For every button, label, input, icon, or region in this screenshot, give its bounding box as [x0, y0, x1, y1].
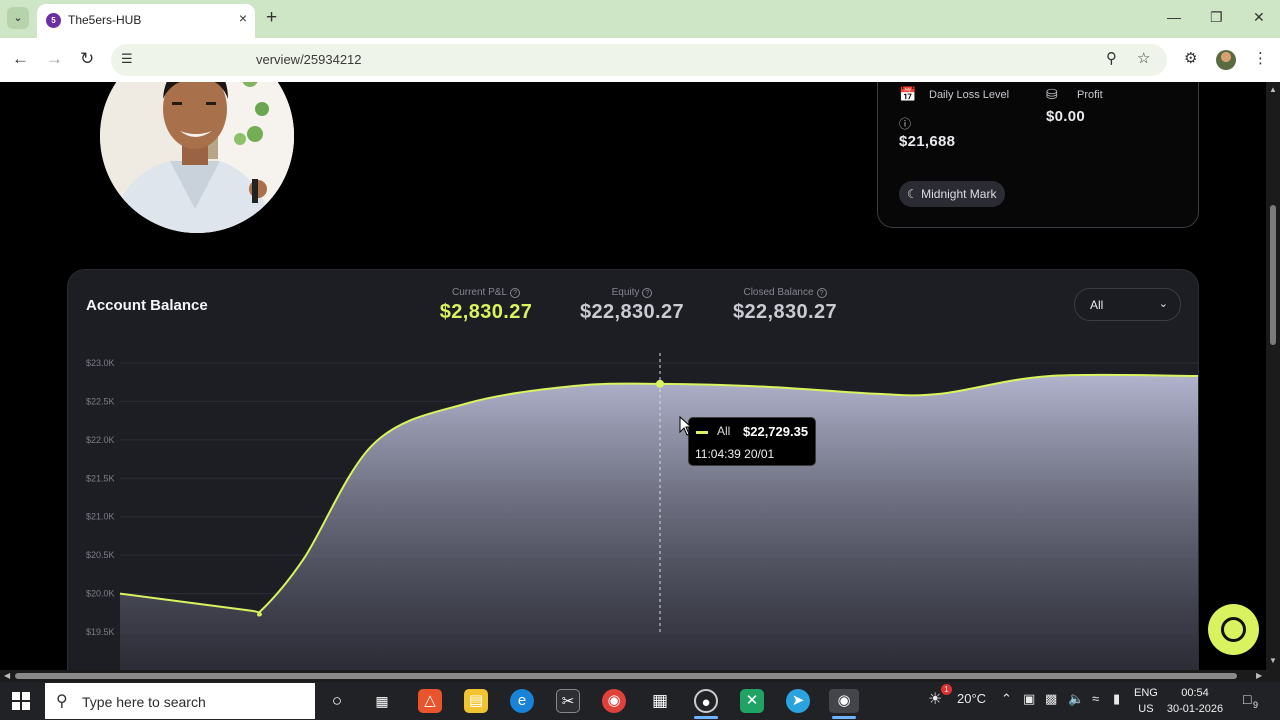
window-close-icon[interactable]: ✕ — [1253, 9, 1265, 26]
y-tick-label: $22.5K — [86, 396, 115, 406]
telegram-icon[interactable]: ➤ — [786, 689, 810, 713]
webcam-overlay-image — [100, 82, 294, 233]
coins-icon: ⛁ — [1046, 86, 1058, 102]
minimize-icon[interactable]: — — [1167, 9, 1181, 25]
search-placeholder: Type here to search — [82, 694, 206, 710]
extensions-icon[interactable]: ⚙ — [1184, 49, 1197, 67]
y-tick-label: $23.0K — [86, 358, 115, 368]
vertical-scrollbar[interactable]: ▲ ▼ — [1266, 82, 1280, 670]
restore-icon[interactable]: ❐ — [1210, 9, 1223, 26]
y-tick-label: $19.5K — [86, 627, 115, 637]
scroll-up-icon[interactable]: ▲ — [1269, 85, 1277, 94]
daily-loss-value: $21,688 — [899, 133, 956, 150]
y-tick-label: $21.0K — [86, 512, 115, 522]
clock-date: 30-01-2026 — [1166, 703, 1224, 715]
volume-icon[interactable]: 🔈 — [1068, 691, 1084, 707]
excel-icon[interactable]: ✕ — [740, 689, 764, 713]
chrome-active-icon[interactable]: ◉ — [829, 689, 859, 713]
the5ers-favicon-icon: 5 — [46, 13, 61, 28]
obs-active-indicator — [694, 716, 718, 719]
y-tick-label: $20.5K — [86, 550, 115, 560]
battery-icon[interactable]: ▩ — [1045, 691, 1057, 707]
y-tick-label: $20.0K — [86, 589, 115, 599]
scroll-right-icon[interactable]: ▶ — [1256, 671, 1262, 680]
edge-browser-icon[interactable]: e — [510, 689, 534, 713]
tab-search-button[interactable]: ⌄ — [7, 7, 29, 29]
microphone-icon[interactable]: ▮ — [1113, 691, 1120, 707]
notifications-icon[interactable]: □ — [1243, 691, 1251, 707]
browser-tab-bar: ⌄ 5 The5ers-HUB × + — ❐ ✕ — [0, 0, 1280, 38]
lang-region: US — [1138, 703, 1154, 715]
horizontal-scrollbar[interactable]: ◀ ▶ — [0, 670, 1280, 682]
taskbar-clock[interactable]: 00:54 30-01-2026 — [1166, 685, 1224, 717]
tab-close-icon[interactable]: × — [239, 10, 247, 26]
browser-tab[interactable]: 5 The5ers-HUB × — [37, 4, 255, 38]
vertical-scroll-thumb[interactable] — [1270, 205, 1276, 345]
moon-icon: ☾ — [907, 187, 918, 201]
site-info-icon[interactable]: ☰ — [121, 51, 133, 67]
objectives-card: 📅 Daily Loss Level ⓘ $21,688 ⛁ Profit $0… — [877, 82, 1199, 228]
calculator-icon[interactable]: ▦ — [648, 689, 672, 713]
profile-avatar[interactable] — [1216, 50, 1236, 70]
browser-toolbar: ← → ↻ ☰ verview/25934212 ⚲ ☆ ⚙ ⋮ — [0, 38, 1280, 82]
tooltip-series: All — [717, 424, 731, 438]
clock-time: 00:54 — [1181, 687, 1209, 699]
calendar-icon: 📅 — [899, 86, 917, 102]
bookmark-star-icon[interactable]: ☆ — [1137, 49, 1150, 67]
lang-code: ENG — [1134, 687, 1158, 699]
brave-browser-icon[interactable]: △ — [418, 689, 442, 713]
balance-chart[interactable]: $23.0K $22.5K $22.0K $21.5K $21.0K $20.5K $20.… — [68, 270, 1199, 670]
midnight-mark-chip: ☾ Midnight Mark — [899, 181, 1006, 207]
page-viewport: 📅 Daily Loss Level ⓘ $21,688 ⛁ Profit $0… — [0, 82, 1280, 670]
tooltip-value: $22,729.35 — [743, 424, 809, 439]
task-view-icon[interactable]: ▦ — [370, 689, 394, 713]
chrome-active-indicator — [832, 716, 856, 719]
address-bar[interactable]: ☰ verview/25934212 ⚲ ☆ — [111, 44, 1167, 76]
back-arrow-icon[interactable]: ← — [12, 49, 29, 69]
reload-icon[interactable]: ↻ — [80, 49, 94, 69]
mouse-cursor-icon — [679, 416, 693, 436]
forward-arrow-icon[interactable]: → — [46, 49, 63, 69]
weather-temp[interactable]: 20°C — [957, 691, 986, 706]
chat-bubble-icon — [1221, 617, 1246, 642]
tray-chevron-up-icon[interactable]: ⌃ — [1001, 691, 1012, 707]
weather-icon[interactable]: ☀ — [928, 689, 942, 709]
notification-count: 9 — [1253, 700, 1259, 710]
windows-start-icon[interactable] — [12, 692, 30, 710]
highlight-point — [656, 379, 664, 388]
menu-dots-icon[interactable]: ⋮ — [1253, 49, 1268, 67]
cortana-icon[interactable]: ○ — [325, 689, 349, 713]
info-icon[interactable]: ⓘ — [899, 115, 911, 132]
chart-tooltip: All $22,729.35 11:04:39 20/01 — [688, 417, 816, 466]
profit-value: $0.00 — [1046, 108, 1086, 125]
series-swatch — [696, 431, 708, 434]
language-indicator[interactable]: ENG US — [1134, 685, 1158, 717]
wifi-icon[interactable]: ≈ — [1092, 691, 1099, 706]
daily-loss-label: Daily Loss Level — [929, 89, 1010, 101]
obs-recorder-icon[interactable]: ● — [694, 689, 718, 713]
tab-title: The5ers-HUB — [68, 13, 142, 27]
chrome-icon[interactable]: ◉ — [602, 689, 626, 713]
y-tick-label: $21.5K — [86, 473, 115, 483]
capcut-icon[interactable]: ✂ — [556, 689, 580, 713]
search-icon: ⚲ — [56, 693, 68, 710]
profit-label: Profit — [1077, 89, 1103, 101]
tooltip-time: 11:04:39 20/01 — [695, 447, 775, 461]
y-tick-label: $22.0K — [86, 435, 115, 445]
midnight-mark-label: Midnight Mark — [921, 187, 997, 201]
horizontal-scroll-thumb[interactable] — [15, 673, 1237, 679]
taskbar-search[interactable]: ⚲ Type here to search — [45, 683, 315, 719]
new-tab-button[interactable]: + — [266, 7, 277, 29]
meet-now-icon[interactable]: ▣ — [1023, 691, 1035, 707]
account-balance-card: Account Balance Current P&L? $2,830.27 E… — [67, 269, 1199, 670]
windows-taskbar: ⚲ Type here to search ○ ▦ △ ▤ e ✂ ◉ ▦ ● … — [0, 682, 1280, 720]
scroll-left-icon[interactable]: ◀ — [4, 671, 10, 680]
url-text: verview/25934212 — [256, 52, 362, 67]
scroll-down-icon[interactable]: ▼ — [1269, 656, 1277, 665]
weather-badge: 1 — [941, 684, 952, 695]
file-explorer-icon[interactable]: ▤ — [464, 689, 488, 713]
zoom-icon[interactable]: ⚲ — [1106, 49, 1117, 67]
live-chat-button[interactable] — [1208, 604, 1259, 655]
